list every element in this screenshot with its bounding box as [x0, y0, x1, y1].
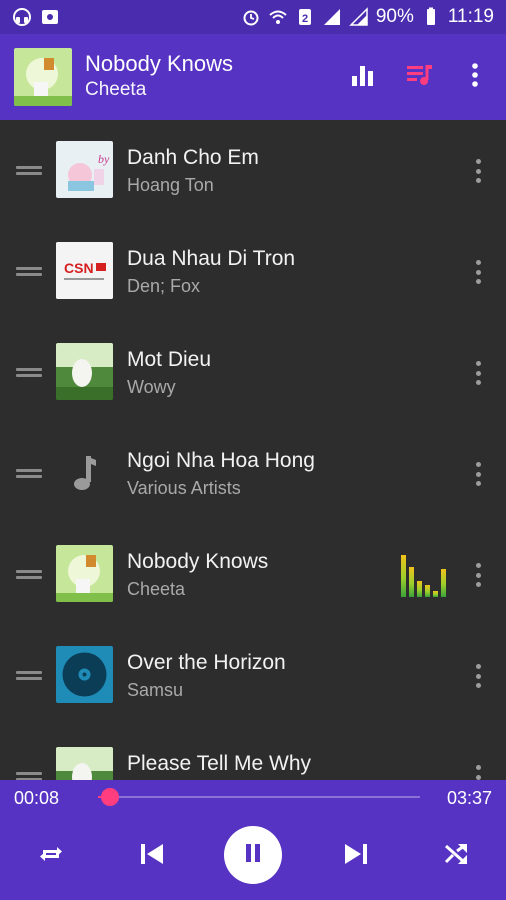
- drag-handle-icon[interactable]: [16, 166, 42, 178]
- track-row[interactable]: CSN Dua Nhau Di Tron Den; Fox: [0, 221, 506, 322]
- track-row[interactable]: Ngoi Nha Hoa Hong Various Artists: [0, 423, 506, 524]
- previous-button[interactable]: [136, 828, 168, 884]
- album-art: by: [56, 141, 113, 198]
- pause-button[interactable]: [224, 826, 282, 884]
- seek-thumb[interactable]: [100, 788, 119, 806]
- track-title: Danh Cho Em: [127, 146, 259, 169]
- shuffle-button[interactable]: [440, 828, 472, 884]
- now-playing-artist: Cheeta: [85, 79, 147, 100]
- skip-previous-icon: [138, 840, 166, 873]
- track-row[interactable]: Over the Horizon Samsu: [0, 625, 506, 726]
- alarm-icon: [241, 7, 261, 27]
- track-title: Over the Horizon: [127, 651, 286, 674]
- player-controls: 00:08 03:37: [0, 780, 506, 900]
- album-art: [56, 545, 113, 602]
- music-note-icon: [56, 456, 113, 501]
- shuffle-icon: [442, 840, 470, 873]
- playing-equalizer-icon: [400, 555, 446, 597]
- drag-handle-icon[interactable]: [16, 267, 42, 279]
- sim-2-icon: 2: [295, 7, 315, 27]
- album-art: [56, 646, 113, 703]
- status-bar: 2 90% 11:19: [0, 0, 506, 34]
- track-more-icon[interactable]: [468, 459, 488, 489]
- queue-music-icon: [405, 61, 433, 94]
- wifi-icon: [268, 7, 288, 27]
- queue-button[interactable]: [402, 60, 436, 94]
- drag-handle-icon[interactable]: [16, 772, 42, 780]
- album-art: CSN: [56, 242, 113, 299]
- album-art: [56, 747, 113, 780]
- repeat-button[interactable]: [36, 828, 66, 884]
- track-artist: Various Artists: [127, 478, 241, 498]
- battery-percent: 90%: [375, 6, 414, 27]
- drag-handle-icon[interactable]: [16, 570, 42, 582]
- drag-handle-icon[interactable]: [16, 368, 42, 380]
- clock: 11:19: [447, 6, 494, 27]
- track-artist: Samsu: [127, 680, 184, 700]
- now-playing-header[interactable]: Nobody Knows Cheeta: [0, 34, 506, 120]
- pause-icon: [241, 841, 265, 870]
- battery-icon: [421, 7, 441, 27]
- svg-text:by: by: [98, 152, 110, 166]
- equalizer-button[interactable]: [346, 60, 380, 94]
- track-artist: Den; Fox: [127, 276, 201, 296]
- seek-bar[interactable]: [98, 788, 420, 806]
- track-row[interactable]: by Danh Cho Em Hoang Ton: [0, 120, 506, 221]
- track-title: Please Tell Me Why: [127, 752, 312, 775]
- track-artist: Hoang Ton: [127, 175, 214, 195]
- csn-logo-text: CSN: [64, 260, 94, 276]
- track-title: Ngoi Nha Hoa Hong: [127, 449, 315, 472]
- more-vert-icon: [470, 62, 480, 93]
- track-more-icon[interactable]: [468, 762, 488, 780]
- track-more-icon[interactable]: [468, 560, 488, 590]
- signal-icon-2: [349, 7, 369, 27]
- track-title: Nobody Knows: [127, 550, 269, 573]
- track-artist: Wowy: [127, 377, 176, 397]
- now-playing-title: Nobody Knows: [85, 51, 233, 76]
- track-more-icon[interactable]: [468, 661, 488, 691]
- album-art: [56, 343, 113, 400]
- more-options-button[interactable]: [458, 60, 492, 94]
- svg-text:2: 2: [302, 13, 308, 25]
- equalizer-icon: [350, 62, 376, 93]
- track-more-icon[interactable]: [468, 358, 488, 388]
- track-title: Mot Dieu: [127, 348, 212, 371]
- total-duration: 03:37: [446, 788, 492, 808]
- headphones-icon: [12, 7, 32, 27]
- track-title: Dua Nhau Di Tron: [127, 247, 296, 270]
- track-more-icon[interactable]: [468, 257, 488, 287]
- track-list[interactable]: by Danh Cho Em Hoang Ton CSN Dua Nhau Di…: [0, 120, 506, 780]
- track-row-playing[interactable]: Nobody Knows Cheeta: [0, 524, 506, 625]
- track-more-icon[interactable]: [468, 156, 488, 186]
- album-art: [56, 444, 113, 501]
- next-button[interactable]: [340, 828, 372, 884]
- skip-next-icon: [342, 840, 370, 873]
- drag-handle-icon[interactable]: [16, 671, 42, 683]
- gallery-icon: [40, 7, 60, 27]
- track-row[interactable]: Mot Dieu Wowy: [0, 322, 506, 423]
- current-time: 00:08: [14, 788, 60, 808]
- drag-handle-icon[interactable]: [16, 469, 42, 481]
- track-row[interactable]: Please Tell Me Why: [0, 726, 506, 780]
- signal-icon: [322, 7, 342, 27]
- repeat-icon: [37, 840, 65, 873]
- now-playing-album-art: [14, 48, 72, 106]
- track-artist: Cheeta: [127, 579, 186, 599]
